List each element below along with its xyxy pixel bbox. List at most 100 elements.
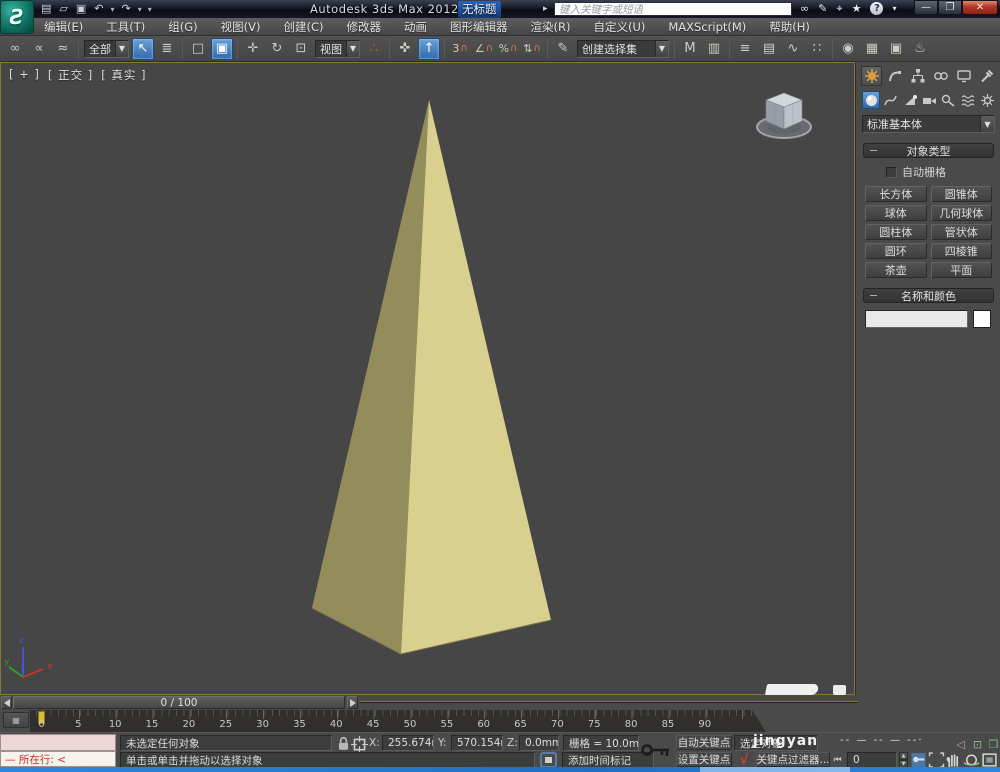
key-filters-button[interactable]: 关键点过滤器... — [756, 752, 830, 767]
category-helpers-icon[interactable] — [940, 91, 958, 109]
subscription-wrench-icon[interactable]: ✎ — [818, 2, 827, 15]
close-button[interactable]: ✕ — [962, 0, 998, 15]
percent-snap-toggle[interactable]: %∩ — [497, 38, 519, 60]
object-type-button-0[interactable]: 长方体 — [865, 186, 927, 202]
set-keys-curve-icon[interactable]: √ — [735, 752, 753, 768]
y-coordinate-field[interactable]: 570.154mm — [451, 735, 503, 751]
object-type-button-9[interactable]: 平面 — [931, 262, 993, 278]
undo-icon[interactable]: ↶ — [93, 1, 104, 17]
viewport-menu-general[interactable]: [ + ] — [9, 67, 40, 83]
select-and-move-button[interactable]: ✛ — [242, 38, 264, 60]
viewport-menu-pov[interactable]: [ 正交 ] — [48, 67, 93, 83]
category-space-warps-icon[interactable] — [959, 91, 977, 109]
next-frame-button[interactable] — [347, 696, 358, 709]
search-input[interactable]: 键入关键字或短语 — [554, 2, 792, 16]
zoom-extents-all-icon[interactable]: ❒ — [985, 736, 1000, 752]
use-pivot-point-center-button[interactable]: ∴ — [363, 38, 385, 60]
save-file-icon[interactable]: ▣ — [75, 1, 87, 17]
auto-key-button[interactable]: 自动关键点 — [676, 735, 732, 750]
viewcube[interactable] — [751, 85, 817, 143]
name-color-rollout[interactable]: − 名称和颜色 — [863, 288, 994, 303]
select-and-manipulate-button[interactable]: ✜ — [394, 38, 416, 60]
category-cameras-icon[interactable] — [920, 91, 938, 109]
key-mode-toggle-icon[interactable] — [910, 752, 927, 768]
menu-item-7[interactable]: 图形编辑器 — [450, 19, 508, 35]
communication-center-icon[interactable]: ⌖ — [836, 2, 842, 16]
dropdown-arrow-icon[interactable]: ▾ — [808, 739, 812, 748]
menu-item-11[interactable]: 帮助(H) — [769, 19, 810, 35]
category-geometry-icon[interactable] — [862, 91, 880, 109]
key-selection-dropdown[interactable]: 选定对象 ▾ — [734, 735, 818, 751]
zoom-region-icon[interactable] — [928, 752, 945, 768]
select-and-rotate-button[interactable]: ↻ — [266, 38, 288, 60]
open-file-icon[interactable]: ▱ — [58, 1, 68, 17]
maximize-viewport-toggle-icon[interactable] — [981, 752, 998, 768]
go-to-start-icon[interactable]: ⏮ — [829, 752, 846, 768]
x-coordinate-field[interactable]: 255.674mm — [382, 735, 434, 751]
panel-tab-modify-icon[interactable] — [884, 66, 905, 86]
select-by-name-button[interactable]: ≣ — [156, 38, 178, 60]
object-name-input[interactable] — [865, 310, 968, 328]
category-shapes-icon[interactable] — [881, 91, 899, 109]
menu-item-4[interactable]: 创建(C) — [283, 19, 323, 35]
redo-icon[interactable]: ↷ — [121, 1, 132, 17]
set-key-mode-icon[interactable] — [640, 735, 672, 765]
minimize-button[interactable]: — — [914, 0, 938, 15]
panel-tab-utilities-icon[interactable] — [976, 66, 997, 86]
pan-hand-icon[interactable] — [945, 752, 962, 768]
maximize-button[interactable]: ❐ — [938, 0, 962, 15]
autogrid-checkbox[interactable] — [886, 167, 897, 178]
time-slider-track[interactable] — [360, 701, 858, 703]
edit-named-selection-sets-button[interactable]: ✎ — [552, 38, 574, 60]
object-type-rollout[interactable]: − 对象类型 — [863, 143, 994, 158]
snaps-toggle-3d-button[interactable]: 3∩ — [449, 38, 471, 60]
panel-tab-display-icon[interactable] — [953, 66, 974, 86]
object-type-button-2[interactable]: 球体 — [865, 205, 927, 221]
z-coordinate-field[interactable]: 0.0mm — [519, 735, 559, 751]
category-lights-icon[interactable] — [901, 91, 919, 109]
frame-spinner[interactable]: ▲▼ — [899, 752, 908, 767]
menu-item-10[interactable]: MAXScript(M) — [668, 20, 746, 34]
maxscript-mini-listener-macro[interactable] — [0, 734, 116, 751]
object-type-button-7[interactable]: 四棱锥 — [931, 243, 993, 259]
rectangular-selection-region-button[interactable]: □ — [187, 38, 209, 60]
collapse-icon[interactable]: − — [869, 289, 878, 302]
window-crossing-toggle[interactable]: ▣ — [211, 38, 233, 60]
unlink-selection-icon[interactable]: ∝ — [28, 38, 50, 60]
redo-dropdown-icon[interactable]: ▾ — [138, 5, 142, 14]
search-flyout-icon[interactable]: ▸ — [543, 4, 548, 14]
mirror-button[interactable]: M — [679, 38, 701, 60]
maxscript-mini-listener-script[interactable]: — 所在行: < — [0, 751, 116, 767]
menu-item-9[interactable]: 自定义(U) — [593, 19, 645, 35]
collapse-icon[interactable]: − — [869, 144, 878, 157]
undo-dropdown-icon[interactable]: ▾ — [111, 5, 115, 14]
menu-item-0[interactable]: 编辑(E) — [44, 19, 83, 35]
help-dropdown-icon[interactable]: ▾ — [892, 4, 896, 13]
previous-frame-button[interactable] — [1, 696, 12, 709]
object-type-button-5[interactable]: 管状体 — [931, 224, 993, 240]
object-type-button-6[interactable]: 圆环 — [865, 243, 927, 259]
help-icon[interactable]: ? — [870, 2, 883, 15]
current-frame-field[interactable]: 0 — [847, 752, 897, 768]
orbit-icon[interactable] — [963, 752, 980, 768]
primitive-type-dropdown[interactable]: 标准基本体 ▼ — [862, 115, 995, 133]
keyboard-shortcut-override-toggle[interactable]: ↑ — [418, 38, 440, 60]
select-object-button[interactable]: ↖ — [132, 38, 154, 60]
panel-tab-hierarchy-icon[interactable] — [907, 66, 928, 86]
align-button[interactable]: ▥ — [703, 38, 725, 60]
menu-item-6[interactable]: 动画 — [404, 19, 427, 35]
spinner-snap-toggle[interactable]: ⇅∩ — [521, 38, 543, 60]
angle-snap-toggle[interactable]: ∠∩ — [473, 38, 495, 60]
menu-item-2[interactable]: 组(G) — [168, 19, 197, 35]
viewport-menu-shading[interactable]: [ 真实 ] — [101, 67, 146, 83]
object-type-button-3[interactable]: 几何球体 — [931, 205, 993, 221]
selection-bracket-icon[interactable]: ⊡ — [969, 736, 986, 752]
panel-tab-motion-icon[interactable] — [930, 66, 951, 86]
menu-item-3[interactable]: 视图(V) — [221, 19, 261, 35]
object-type-button-4[interactable]: 圆柱体 — [865, 224, 927, 240]
isolate-selection-icon[interactable] — [540, 752, 557, 768]
favorites-star-icon[interactable]: ★ — [852, 2, 862, 15]
category-systems-icon[interactable] — [979, 91, 997, 109]
dropdown-arrow-icon[interactable]: ▼ — [115, 41, 128, 57]
panel-tab-create-icon[interactable] — [861, 66, 882, 86]
